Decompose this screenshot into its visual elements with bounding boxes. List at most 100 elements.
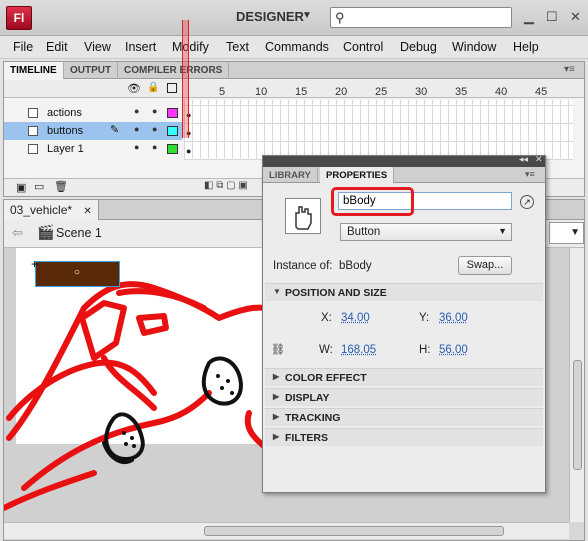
layer-color-swatch[interactable] xyxy=(167,144,178,154)
symbol-type-value: Button xyxy=(347,226,381,238)
tab-library[interactable]: LIBRARY xyxy=(263,167,318,183)
menu-help[interactable]: Help xyxy=(513,40,539,54)
tab-output[interactable]: OUTPUT xyxy=(64,62,119,79)
button-instance-bbody[interactable]: ○ xyxy=(35,261,120,287)
section-tracking[interactable]: ▶ TRACKING xyxy=(265,408,543,426)
playhead[interactable] xyxy=(182,20,189,138)
scene-label[interactable]: Scene 1 xyxy=(56,226,102,240)
section-color-effect[interactable]: ▶ COLOR EFFECT xyxy=(265,368,543,386)
section-label: FILTERS xyxy=(285,432,328,444)
lock-icon[interactable]: 🔒 xyxy=(147,82,159,93)
w-value[interactable]: 168.05 xyxy=(341,344,376,356)
instance-of-label: Instance of: xyxy=(273,260,333,272)
minimize-icon[interactable]: ▁ xyxy=(524,9,534,25)
workspace-switcher[interactable]: DESIGNER xyxy=(236,9,304,24)
close-icon[interactable]: ✕ xyxy=(535,154,543,165)
section-position-and-size[interactable]: ▼ POSITION AND SIZE xyxy=(265,283,543,301)
instance-name-highlight xyxy=(331,187,414,216)
menu-file[interactable]: File xyxy=(13,40,33,54)
outline-icon[interactable] xyxy=(167,83,177,93)
tab-timeline[interactable]: TIMELINE xyxy=(4,62,64,79)
link-icon[interactable]: ↗ xyxy=(520,195,534,209)
scroll-thumb[interactable] xyxy=(204,526,504,536)
layer-row-actions[interactable]: actions ● ● xyxy=(4,104,182,122)
panel-menu-icon[interactable]: ▾≡ xyxy=(564,64,575,75)
maximize-icon[interactable]: ☐ xyxy=(546,9,558,25)
eye-icon[interactable]: 👁 xyxy=(127,82,141,95)
triangle-right-icon: ▶ xyxy=(273,432,280,441)
menu-commands[interactable]: Commands xyxy=(265,40,329,54)
pencil-icon: ✎ xyxy=(110,124,120,136)
frame-number: 45 xyxy=(535,86,548,98)
scroll-thumb[interactable] xyxy=(573,360,582,470)
layer-icon xyxy=(28,144,38,154)
layer-icon xyxy=(28,108,38,118)
frame-grid[interactable] xyxy=(184,100,573,160)
back-arrow-icon[interactable]: ⇦ xyxy=(12,225,23,241)
tab-properties[interactable]: PROPERTIES xyxy=(320,167,395,183)
menu-edit[interactable]: Edit xyxy=(46,40,68,54)
tab-compiler-errors[interactable]: COMPILER ERRORS xyxy=(118,62,230,79)
panel-grip[interactable]: ◂◂ ✕ xyxy=(263,154,545,167)
frame-number: 5 xyxy=(219,86,226,98)
zoom-dropdown[interactable]: ▼ xyxy=(549,222,584,244)
layer-row-buttons[interactable]: buttons ✎ ● ● xyxy=(4,122,182,140)
registration-point: ○ xyxy=(74,267,81,278)
frame-number: 35 xyxy=(455,86,468,98)
layer-row-layer1[interactable]: Layer 1 ● ● xyxy=(4,140,182,158)
collapse-icon[interactable]: ◂◂ xyxy=(519,154,528,165)
instance-of-value: bBody xyxy=(339,260,372,272)
clapper-icon: 🎬 xyxy=(37,224,55,240)
trash-icon[interactable]: 🗑 xyxy=(54,180,68,193)
frame-number: 20 xyxy=(335,86,348,98)
menu-insert[interactable]: Insert xyxy=(125,40,156,54)
x-value[interactable]: 34.00 xyxy=(341,312,370,324)
new-folder-icon[interactable]: ▭ xyxy=(34,180,44,193)
menu-control[interactable]: Control xyxy=(343,40,383,54)
visibility-dot[interactable]: ● xyxy=(134,124,139,134)
menu-modify[interactable]: Modify xyxy=(172,40,209,54)
symbol-type-select[interactable]: Button ▼ xyxy=(340,223,512,241)
visibility-dot[interactable]: ● xyxy=(134,106,139,116)
menu-text[interactable]: Text xyxy=(226,40,249,54)
layer-name: Layer 1 xyxy=(47,143,84,155)
lock-dot[interactable]: ● xyxy=(152,106,157,116)
frame-number: 10 xyxy=(255,86,268,98)
onion-skin-icons[interactable]: ◧ ⧉ ▢ ▣ xyxy=(204,180,248,191)
y-value[interactable]: 36.00 xyxy=(439,312,468,324)
chain-link-icon[interactable]: ⛓ xyxy=(271,343,285,356)
visibility-dot[interactable]: ● xyxy=(134,142,139,152)
document-tab[interactable]: 03_vehicle* ✕ xyxy=(4,200,99,220)
horizontal-scrollbar[interactable] xyxy=(4,522,569,539)
panel-menu-icon[interactable]: ▾≡ xyxy=(525,169,535,180)
frame-number: 25 xyxy=(375,86,388,98)
section-display[interactable]: ▶ DISPLAY xyxy=(265,388,543,406)
layer-color-swatch[interactable] xyxy=(167,108,178,118)
chevron-down-icon[interactable]: ▼ xyxy=(302,10,312,21)
layer-name: buttons xyxy=(47,125,84,137)
search-input[interactable]: ⚲ xyxy=(330,7,512,28)
chevron-down-icon: ▼ xyxy=(498,226,507,236)
menu-window[interactable]: Window xyxy=(452,40,496,54)
h-value[interactable]: 56.00 xyxy=(439,344,468,356)
properties-tabbar: LIBRARY PROPERTIES ▾≡ xyxy=(263,167,545,183)
section-filters[interactable]: ▶ FILTERS xyxy=(265,428,543,446)
section-label: COLOR EFFECT xyxy=(285,372,367,384)
x-label: X: xyxy=(321,312,332,324)
close-icon[interactable]: ✕ xyxy=(83,206,91,217)
menu-bar: File Edit View Insert Modify Text Comman… xyxy=(0,37,588,59)
vertical-scrollbar[interactable] xyxy=(569,248,584,522)
close-icon[interactable]: ✕ xyxy=(570,9,581,25)
new-layer-icon[interactable]: ▣ xyxy=(16,181,26,194)
h-label: H: xyxy=(419,344,431,356)
menu-view[interactable]: View xyxy=(84,40,111,54)
frame-number: 15 xyxy=(295,86,308,98)
swap-button[interactable]: Swap... xyxy=(458,256,512,275)
section-label: TRACKING xyxy=(285,412,341,424)
lock-dot[interactable]: ● xyxy=(152,142,157,152)
lock-dot[interactable]: ● xyxy=(152,124,157,134)
frame-number: 40 xyxy=(495,86,508,98)
layer-color-swatch[interactable] xyxy=(167,126,178,136)
menu-debug[interactable]: Debug xyxy=(400,40,437,54)
layer-name: actions xyxy=(47,107,82,119)
